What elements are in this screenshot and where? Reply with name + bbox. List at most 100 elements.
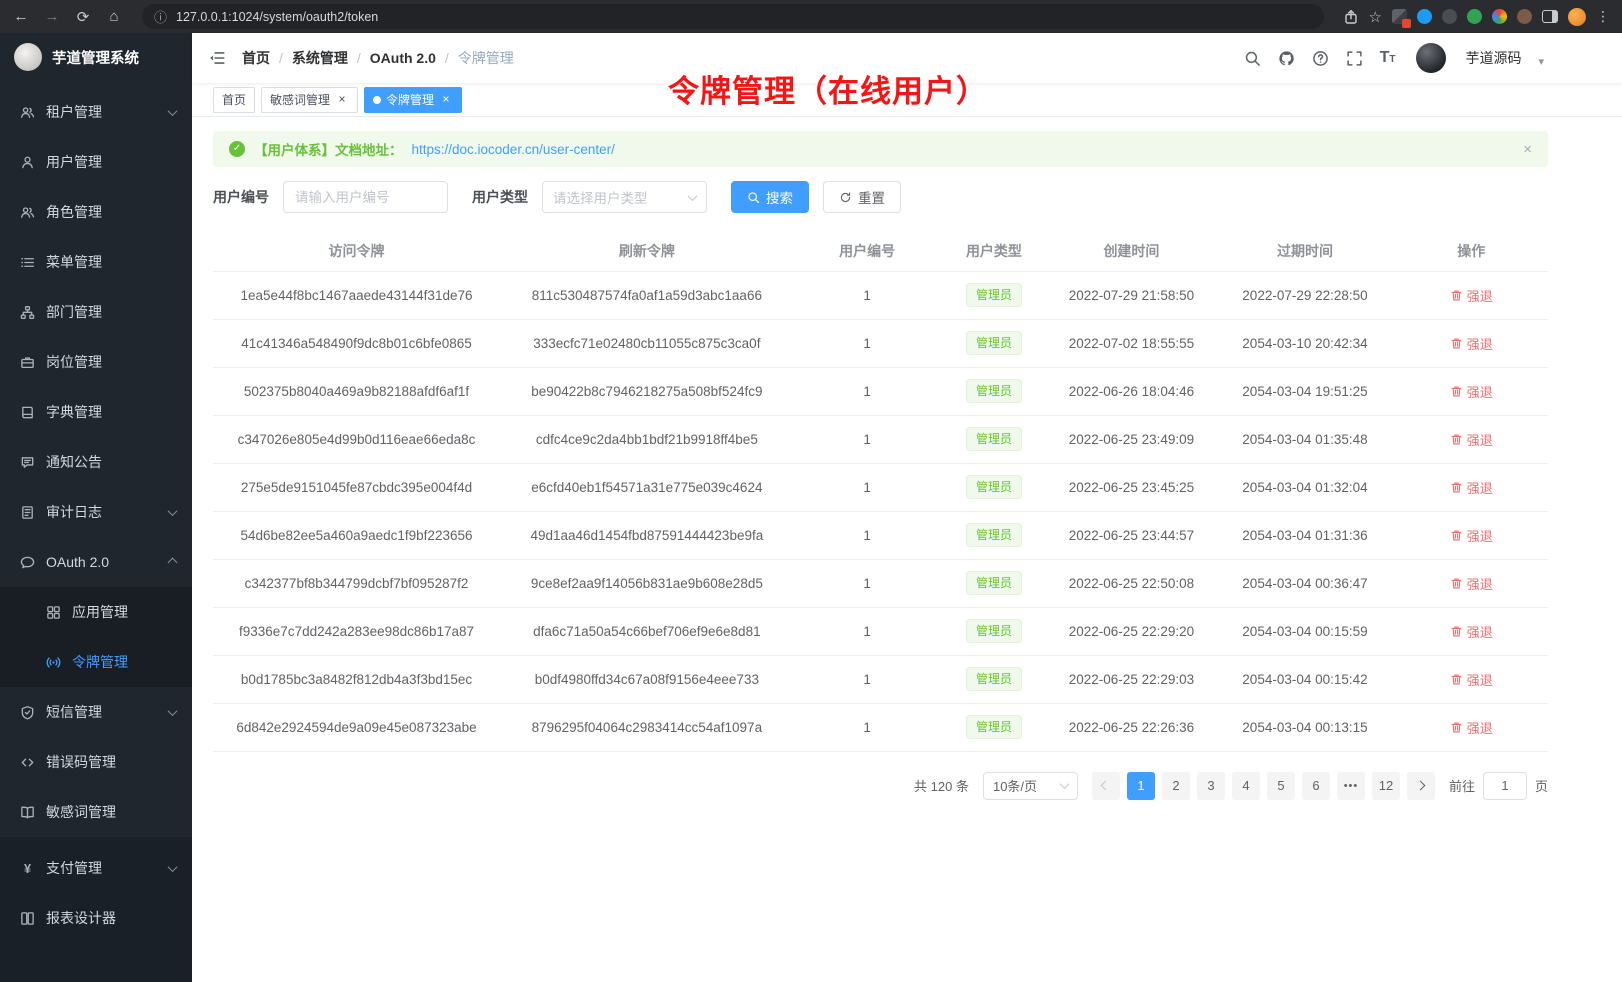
sidebar-item-notice[interactable]: 通知公告 (0, 437, 192, 487)
prev-page-button[interactable] (1092, 772, 1120, 800)
force-logout-button[interactable]: 强退 (1450, 526, 1493, 545)
extension-icon[interactable] (1492, 9, 1507, 24)
github-icon[interactable] (1278, 50, 1295, 67)
trash-icon (1450, 721, 1463, 734)
user-name[interactable]: 芋道源码 (1465, 48, 1521, 68)
page-button[interactable]: 1 (1127, 772, 1155, 800)
actions-cell: 强退 (1394, 703, 1548, 751)
page-button[interactable]: 5 (1267, 772, 1295, 800)
extension-icon[interactable] (1417, 9, 1432, 24)
avatar[interactable] (1416, 43, 1446, 73)
extension-icon[interactable] (1392, 9, 1407, 24)
user-id-input[interactable] (283, 181, 448, 213)
logo-image (14, 43, 42, 71)
extension-icon[interactable] (1467, 9, 1482, 24)
force-logout-button[interactable]: 强退 (1450, 574, 1493, 593)
site-info-icon[interactable]: ⓘ (154, 7, 167, 26)
search-button[interactable]: 搜索 (731, 181, 809, 213)
actions-cell: 强退 (1394, 415, 1548, 463)
page-button[interactable]: 4 (1232, 772, 1260, 800)
sidebar-item-user[interactable]: 用户管理 (0, 137, 192, 187)
browser-back-icon[interactable]: ← (12, 8, 30, 25)
caret-down-icon[interactable]: ▾ (1538, 55, 1544, 68)
doc-link[interactable]: https://doc.iocoder.cn/user-center/ (412, 142, 615, 157)
side-panel-icon[interactable] (1542, 10, 1558, 23)
sidebar-item-sensitive-word[interactable]: 敏感词管理 (0, 787, 192, 837)
access-token-cell: f9336e7c7dd242a283ee98dc86b17a87 (213, 607, 500, 655)
sidebar-item-menu[interactable]: 菜单管理 (0, 237, 192, 287)
tab-home[interactable]: 首页 (213, 87, 255, 113)
page-button[interactable]: 3 (1197, 772, 1225, 800)
help-icon[interactable] (1312, 50, 1329, 67)
force-logout-button[interactable]: 强退 (1450, 670, 1493, 689)
search-icon[interactable] (1244, 50, 1261, 67)
force-logout-button[interactable]: 强退 (1450, 430, 1493, 449)
user-type-cell: 管理员 (941, 319, 1048, 367)
access-token-cell: 54d6be82ee5a460a9aedc1f9bf223656 (213, 511, 500, 559)
sidebar-item-oauth2-apps[interactable]: 应用管理 (0, 587, 192, 637)
tab-sensitive-word[interactable]: 敏感词管理× (261, 87, 358, 113)
chevron-down-icon (168, 506, 178, 516)
breadcrumb-oauth2[interactable]: OAuth 2.0 (370, 50, 436, 66)
force-logout-button[interactable]: 强退 (1450, 478, 1493, 497)
app-logo: 芋道管理系统 (0, 33, 192, 81)
created-time-cell: 2022-06-25 22:29:03 (1047, 655, 1215, 703)
access-token-cell: 6d842e2924594de9a09e45e087323abe (213, 703, 500, 751)
force-logout-button[interactable]: 强退 (1450, 622, 1493, 641)
breadcrumb-home[interactable]: 首页 (242, 48, 270, 68)
force-logout-button[interactable]: 强退 (1450, 286, 1493, 305)
alert-close-icon[interactable]: × (1523, 141, 1532, 158)
user-type-select[interactable]: 请选择用户类型 (542, 181, 707, 213)
close-tab-icon[interactable]: × (335, 93, 349, 107)
browser-menu-icon[interactable]: ⋮ (1596, 8, 1610, 25)
force-logout-button[interactable]: 强退 (1450, 382, 1493, 401)
sidebar-item-sms[interactable]: 短信管理 (0, 687, 192, 737)
font-size-icon[interactable]: TT (1380, 50, 1396, 66)
page-button[interactable]: 6 (1302, 772, 1330, 800)
sidebar-item-report-designer[interactable]: 报表设计器 (0, 893, 192, 943)
sidebar-item-error-code[interactable]: 错误码管理 (0, 737, 192, 787)
user-type-cell: 管理员 (941, 703, 1048, 751)
extension-icon[interactable] (1442, 9, 1457, 24)
sidebar-item-tenant[interactable]: 租户管理 (0, 87, 192, 137)
success-icon: ✓ (229, 141, 245, 157)
sidebar-item-role[interactable]: 角色管理 (0, 187, 192, 237)
close-tab-icon[interactable]: × (439, 93, 453, 107)
breadcrumb-separator: / (357, 50, 361, 66)
extension-icon[interactable] (1517, 9, 1532, 24)
collapse-sidebar-icon[interactable] (208, 49, 226, 67)
page-button[interactable]: 2 (1162, 772, 1190, 800)
browser-refresh-icon[interactable]: ⟳ (74, 8, 92, 26)
bookmark-star-icon[interactable]: ☆ (1369, 8, 1382, 26)
alert-text: 【用户体系】文档地址： (254, 139, 403, 159)
reset-button[interactable]: 重置 (823, 181, 901, 213)
table-row: 1ea5e44f8bc1467aaede43144f31de76 811c530… (213, 271, 1548, 319)
sidebar-item-audit-log[interactable]: 审计日志 (0, 487, 192, 537)
sidebar-item-post[interactable]: 岗位管理 (0, 337, 192, 387)
force-logout-button[interactable]: 强退 (1450, 718, 1493, 737)
refresh-token-cell: 8796295f04064c2983414cc54af1097a (500, 703, 794, 751)
force-logout-button[interactable]: 强退 (1450, 334, 1493, 353)
fullscreen-icon[interactable] (1346, 50, 1363, 67)
share-icon[interactable] (1343, 9, 1359, 25)
tab-token[interactable]: 令牌管理× (364, 87, 462, 113)
col-actions: 操作 (1394, 231, 1548, 271)
page-size-select[interactable]: 10条/页 (983, 772, 1078, 800)
trash-icon (1450, 529, 1463, 542)
browser-profile-avatar[interactable] (1568, 8, 1586, 26)
sidebar-item-oauth2-tokens[interactable]: 令牌管理 (0, 637, 192, 687)
address-bar[interactable]: ⓘ 127.0.0.1:1024/system/oauth2/token (142, 4, 1324, 29)
sidebar-item-oauth2[interactable]: OAuth 2.0 (0, 537, 192, 587)
more-pages-button[interactable]: ••• (1337, 772, 1365, 800)
sidebar-item-payment[interactable]: 支付管理 (0, 843, 192, 893)
filter-bar: 用户编号 用户类型 请选择用户类型 搜索 重置 (213, 181, 1548, 213)
sidebar-item-dictionary[interactable]: 字典管理 (0, 387, 192, 437)
browser-forward-icon[interactable]: → (43, 8, 61, 25)
chevron-down-icon (168, 106, 178, 116)
last-page-button[interactable]: 12 (1372, 772, 1400, 800)
browser-home-icon[interactable]: ⌂ (105, 8, 123, 25)
sidebar-item-department[interactable]: 部门管理 (0, 287, 192, 337)
next-page-button[interactable] (1407, 772, 1435, 800)
goto-page-input[interactable] (1483, 772, 1527, 800)
breadcrumb-system[interactable]: 系统管理 (292, 48, 348, 68)
